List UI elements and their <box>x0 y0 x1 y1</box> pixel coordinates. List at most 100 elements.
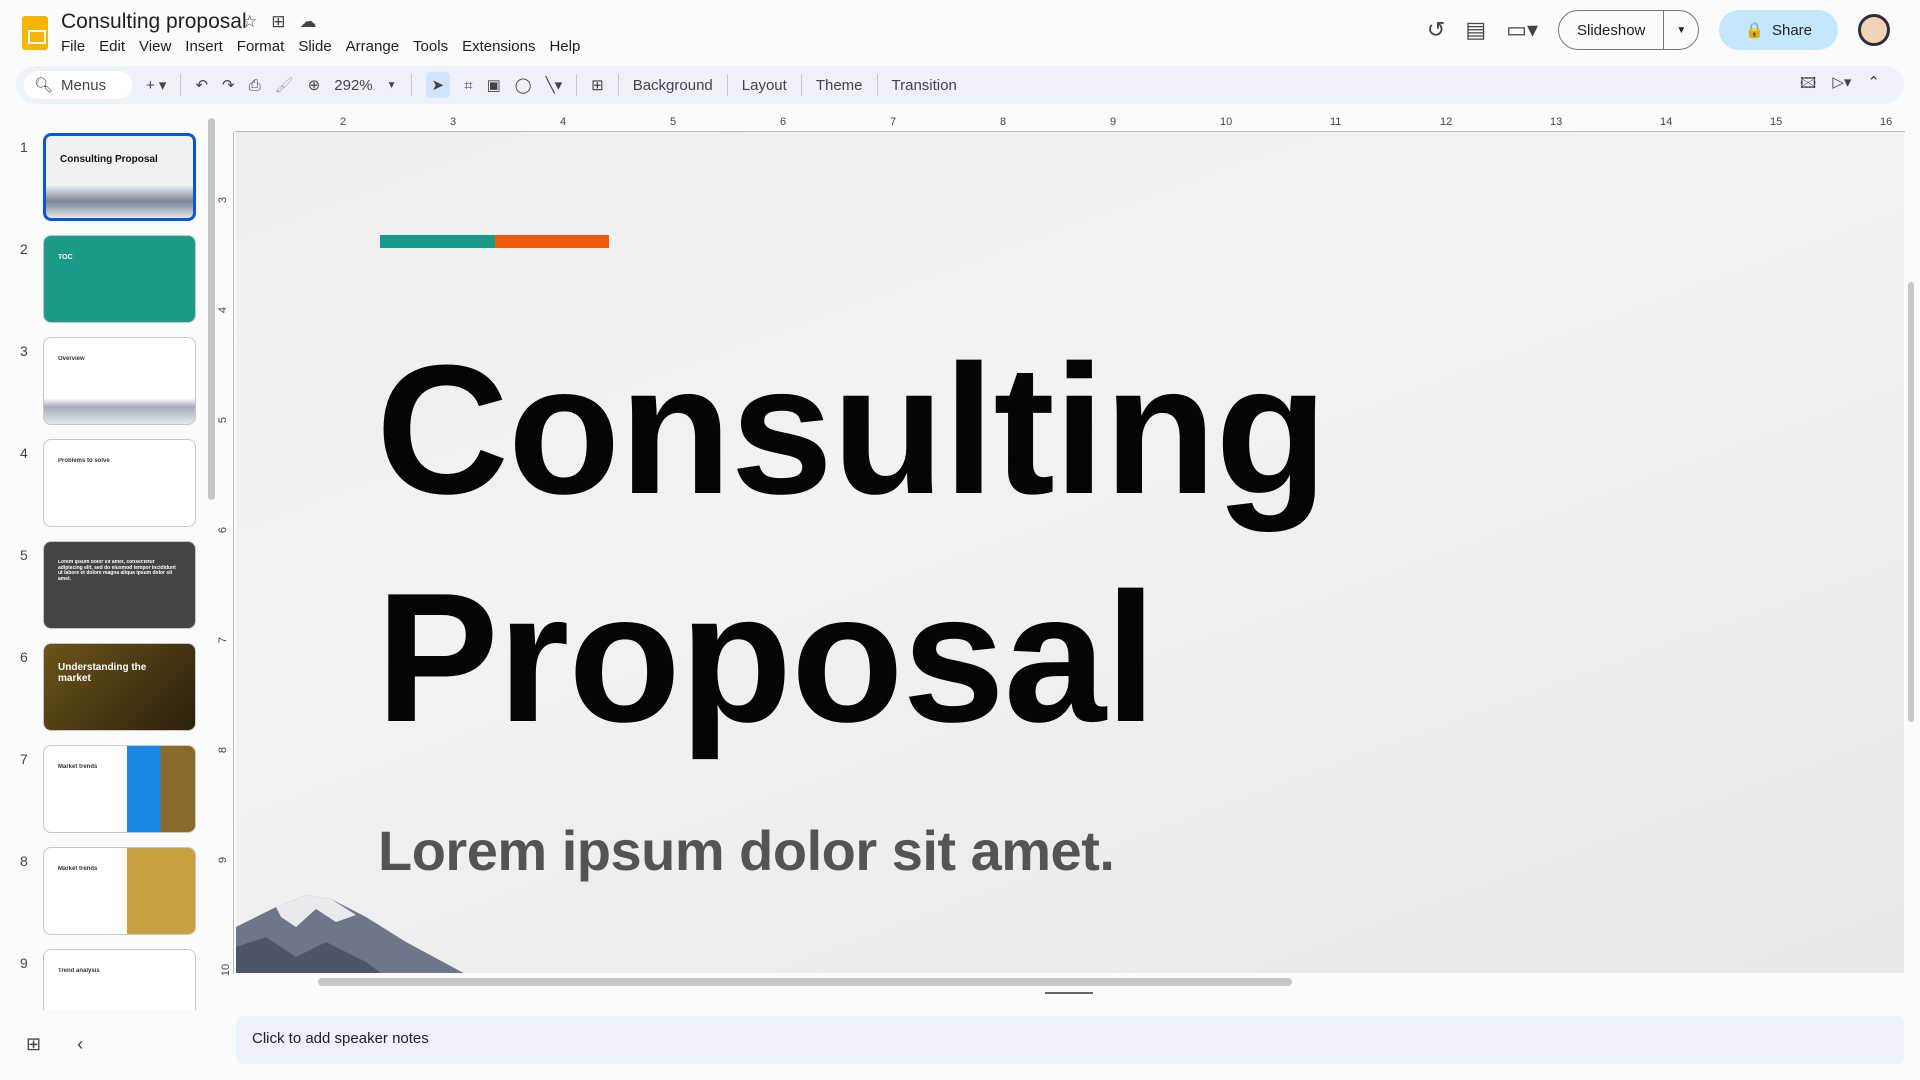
zoom-select[interactable]: 292% <box>334 77 372 94</box>
slide-number: 1 <box>20 139 28 155</box>
slide-preview[interactable]: Market trends <box>43 745 196 833</box>
slide-thumbnail-6[interactable]: 6 Understanding the market <box>0 643 214 733</box>
zoom-dropdown-icon[interactable]: ▼ <box>387 80 397 91</box>
slide-preview-title: Consulting Proposal <box>60 154 158 165</box>
slide-number: 2 <box>20 241 28 257</box>
menu-edit[interactable]: Edit <box>99 36 133 57</box>
slide-thumbnail-3[interactable]: 3 Overview <box>0 337 214 427</box>
mountain-image[interactable] <box>236 887 496 973</box>
vertical-ruler[interactable]: 3 4 5 6 7 8 9 10 <box>217 132 234 976</box>
slide-preview[interactable]: Lorem ipsum dolor sit amet, consectetur … <box>43 541 196 629</box>
layout-button[interactable]: Layout <box>742 77 787 94</box>
slide-preview-title: Market trends <box>58 866 98 872</box>
transition-button[interactable]: Transition <box>892 77 957 94</box>
menu-help[interactable]: Help <box>549 36 588 57</box>
slide-thumbnail-2[interactable]: 2 TOC <box>0 235 214 325</box>
cloud-saved-icon[interactable]: ☁ <box>300 12 317 32</box>
slide-thumbnail-1[interactable]: 1 Consulting Proposal <box>0 133 214 223</box>
menu-file[interactable]: File <box>61 36 93 57</box>
new-slide-icon[interactable]: + ▾ <box>146 76 166 94</box>
slide-preview-title: Trend analysis <box>58 968 100 974</box>
filmstrip: 1 Consulting Proposal 2 TOC 3 Overview 4… <box>0 120 214 1010</box>
avatar[interactable] <box>1858 14 1890 46</box>
ruler-tick-label: 11 <box>1330 116 1342 128</box>
menu-view[interactable]: View <box>139 36 179 57</box>
ruler-tick-label: 5 <box>217 416 230 424</box>
menu-tools[interactable]: Tools <box>413 36 456 57</box>
slide-preview[interactable]: TOC <box>43 235 196 323</box>
menu-format[interactable]: Format <box>237 36 293 57</box>
slide-canvas[interactable]: Consulting Proposal Lorem ipsum dolor si… <box>236 132 1904 973</box>
paint-format-icon[interactable]: 🖌︎ <box>275 76 294 94</box>
image-icon[interactable]: ▣ <box>487 76 501 94</box>
menu-insert[interactable]: Insert <box>185 36 231 57</box>
slide-title-line2[interactable]: Proposal <box>376 565 1156 749</box>
slide-thumbnail-5[interactable]: 5 Lorem ipsum dolor sit amet, consectetu… <box>0 541 214 631</box>
zoom-icon[interactable]: ⊕ <box>308 76 321 94</box>
slide-preview[interactable]: Understanding the market <box>43 643 196 731</box>
slide-preview[interactable]: Problems to solve <box>43 439 196 527</box>
slide-thumbnail-4[interactable]: 4 Problems to solve <box>0 439 214 529</box>
ruler-tick-label: 6 <box>780 116 787 128</box>
select-tool-icon[interactable]: ➤ <box>425 72 451 98</box>
background-button[interactable]: Background <box>633 77 713 94</box>
comment-add-icon[interactable]: ⊞ <box>591 76 604 94</box>
slide-number: 9 <box>20 955 28 971</box>
slide-title-line1[interactable]: Consulting <box>376 337 1328 521</box>
pointer-mode-icon[interactable]: ▷▾ <box>1832 73 1851 98</box>
star-icon[interactable]: ☆ <box>242 12 257 32</box>
slides-logo[interactable] <box>22 16 48 50</box>
canvas-horizontal-scrollbar[interactable] <box>318 978 1292 986</box>
comments-icon[interactable]: ▤ <box>1465 17 1486 43</box>
ruler-tick-label: 5 <box>670 116 677 128</box>
ruler-tick-label: 3 <box>450 116 457 128</box>
slide-thumbnail-9[interactable]: 9 Trend analysis <box>0 949 214 1010</box>
slide-preview-title: Overview <box>58 356 85 362</box>
collapse-filmstrip-icon[interactable]: ‹ <box>77 1034 83 1055</box>
accent-bar-teal <box>380 235 495 248</box>
toolbar: 🔍︎ Menus + ▾ ↶ ↷ ⎙ 🖌︎ ⊕ 292% ▼ ➤ ⌗ ▣ ◯ ╲▾… <box>16 66 1904 104</box>
ruler-tick-label: 13 <box>1550 116 1563 128</box>
undo-icon[interactable]: ↶ <box>195 76 208 94</box>
slide-preview-title: TOC <box>58 254 73 261</box>
text-box-icon[interactable]: ⌗ <box>464 77 472 94</box>
slide-preview[interactable]: Trend analysis <box>43 949 196 1010</box>
theme-button[interactable]: Theme <box>816 77 863 94</box>
menu-extensions[interactable]: Extensions <box>462 36 543 57</box>
print-icon[interactable]: ⎙ <box>249 77 261 94</box>
slide-number: 7 <box>20 751 28 767</box>
menu-bar: File Edit View Insert Format Slide Arran… <box>61 36 594 57</box>
slide-number: 5 <box>20 547 28 563</box>
slideshow-dropdown-icon[interactable]: ▼ <box>1664 25 1698 36</box>
share-button[interactable]: 🔒 Share <box>1719 10 1838 50</box>
canvas-vertical-scrollbar[interactable] <box>1908 282 1914 722</box>
horizontal-ruler[interactable]: 2 3 4 5 6 7 8 9 10 11 12 13 14 15 16 <box>235 114 1905 132</box>
slide-thumbnail-8[interactable]: 8 Market trends <box>0 847 214 937</box>
slide-subtitle[interactable]: Lorem ipsum dolor sit amet. <box>378 818 1115 883</box>
shape-icon[interactable]: ◯ <box>515 76 532 94</box>
collapse-toolbar-icon[interactable]: ⌃ <box>1867 73 1880 98</box>
speaker-notes[interactable]: Click to add speaker notes <box>236 1016 1904 1064</box>
slide-number: 6 <box>20 649 28 665</box>
notes-resize-handle[interactable] <box>1045 992 1093 994</box>
generate-image-icon[interactable]: 🖾 <box>1800 73 1816 98</box>
search-menus[interactable]: 🔍︎ Menus <box>24 71 132 99</box>
slide-thumbnail-7[interactable]: 7 Market trends <box>0 745 214 835</box>
document-title[interactable]: Consulting proposal <box>61 10 247 34</box>
redo-icon[interactable]: ↷ <box>222 76 235 94</box>
slide-preview[interactable]: Overview <box>43 337 196 425</box>
slide-preview[interactable]: Market trends <box>43 847 196 935</box>
ruler-tick-label: 2 <box>340 116 347 128</box>
slide-number: 8 <box>20 853 28 869</box>
slide-preview[interactable]: Consulting Proposal <box>43 133 196 221</box>
slideshow-button[interactable]: Slideshow ▼ <box>1558 10 1700 50</box>
filmstrip-scrollbar[interactable] <box>208 118 215 500</box>
ruler-tick-label: 8 <box>217 746 230 754</box>
grid-view-icon[interactable]: ⊞ <box>26 1034 41 1055</box>
version-history-icon[interactable]: ↺ <box>1427 17 1445 43</box>
menu-slide[interactable]: Slide <box>298 36 339 57</box>
move-folder-icon[interactable]: ⊞ <box>271 12 285 32</box>
meet-icon[interactable]: ▭▾ <box>1506 17 1538 43</box>
menu-arrange[interactable]: Arrange <box>346 36 407 57</box>
line-icon[interactable]: ╲▾ <box>546 76 563 94</box>
